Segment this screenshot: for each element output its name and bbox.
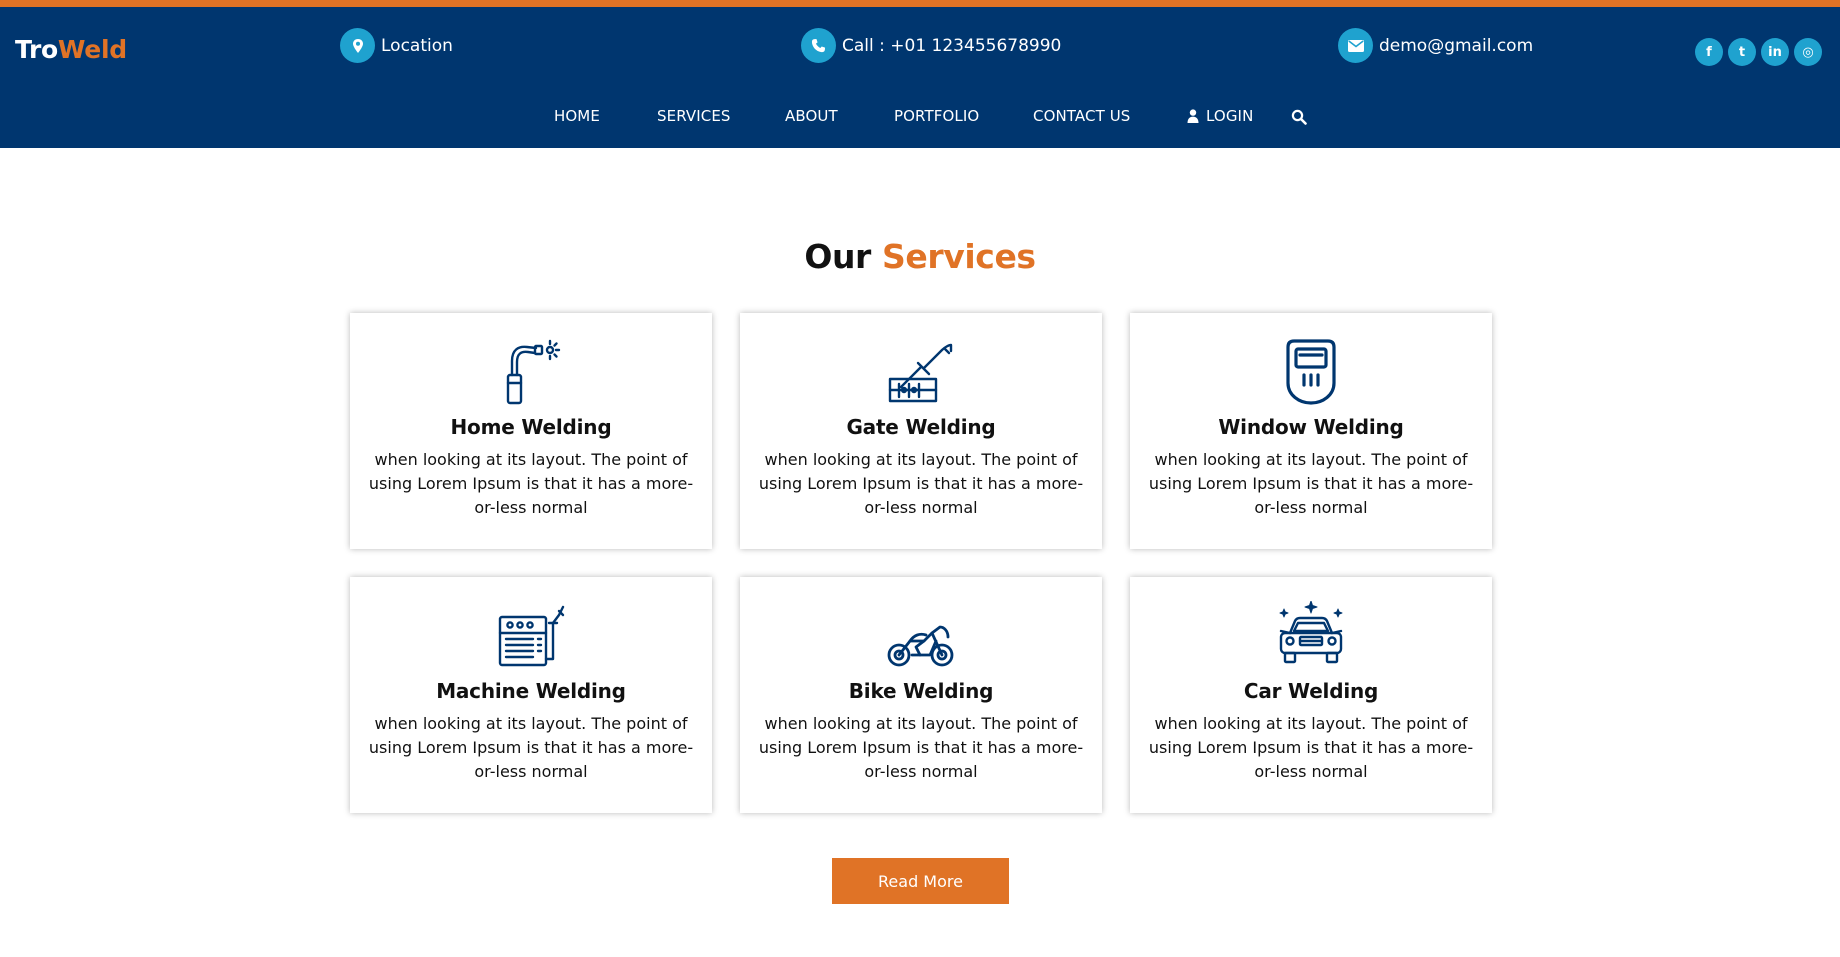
linkedin-icon[interactable]: in [1761,38,1789,66]
service-card[interactable]: Bike Welding when looking at its layout.… [740,577,1102,813]
service-card[interactable]: Machine Welding when looking at its layo… [350,577,712,813]
welding-machine-icon [350,602,712,669]
top-accent-strip [0,0,1840,7]
nav-portfolio[interactable]: PORTFOLIO [894,107,979,125]
site-logo[interactable]: TroWeld [15,35,127,64]
nav-contact-us[interactable]: CONTACT US [1033,107,1130,125]
email-text: demo@gmail.com [1379,35,1534,56]
welding-mask-icon [1130,338,1492,405]
service-title: Car Welding [1243,679,1379,703]
nav-login-label: LOGIN [1206,107,1254,125]
service-desc: when looking at its layout. The point of… [368,450,694,517]
location-text: Location [381,35,453,56]
instagram-icon[interactable]: ◎ [1794,38,1822,66]
service-card[interactable]: Window Welding when looking at its layou… [1130,313,1492,549]
service-title: Window Welding [1218,415,1404,439]
service-title: Machine Welding [436,679,626,703]
email-link[interactable]: demo@gmail.com [1338,28,1533,63]
service-title: Bike Welding [848,679,994,703]
map-marker-icon [340,28,375,63]
service-desc: when looking at its layout. The point of… [1148,714,1474,781]
logo-text-accent: Weld [57,35,127,64]
service-card[interactable]: Gate Welding when looking at its layout.… [740,313,1102,549]
service-title: Gate Welding [846,415,996,439]
nav-services[interactable]: SERVICES [657,107,731,125]
social-links: f t in ◎ [1695,38,1822,66]
search-icon[interactable] [1291,109,1307,125]
nav-login[interactable]: LOGIN [1187,107,1253,125]
envelope-icon [1338,28,1373,63]
services-grid: Home Welding when looking at its layout.… [350,313,1492,813]
call-link[interactable]: Call : +01 123455678990 [801,28,1061,63]
motorbike-icon [740,602,1102,669]
car-icon [1130,601,1492,669]
section-title: Our Services [0,237,1840,276]
service-card[interactable]: Home Welding when looking at its layout.… [350,313,712,549]
nav-about[interactable]: ABOUT [785,107,838,125]
site-header: TroWeld Location Call : +01 123455678990… [0,7,1840,148]
service-title: Home Welding [450,415,612,439]
service-desc: when looking at its layout. The point of… [758,714,1084,781]
user-icon [1187,109,1199,123]
section-title-part2: Services [882,237,1036,276]
logo-text-primary: Tro [15,35,58,64]
call-text: Call : +01 123455678990 [842,35,1062,56]
phone-icon [801,28,836,63]
twitter-icon[interactable]: t [1728,38,1756,66]
facebook-icon[interactable]: f [1695,38,1723,66]
service-desc: when looking at its layout. The point of… [368,714,694,781]
service-desc: when looking at its layout. The point of… [758,450,1084,517]
location-link[interactable]: Location [340,28,453,63]
service-desc: when looking at its layout. The point of… [1148,450,1474,517]
section-title-part1: Our [804,237,871,276]
service-card[interactable]: Car Welding when looking at its layout. … [1130,577,1492,813]
welding-torch-icon [350,338,712,405]
read-more-button[interactable]: Read More [832,858,1009,904]
welding-rod-icon [740,338,1102,405]
nav-home[interactable]: HOME [554,107,600,125]
